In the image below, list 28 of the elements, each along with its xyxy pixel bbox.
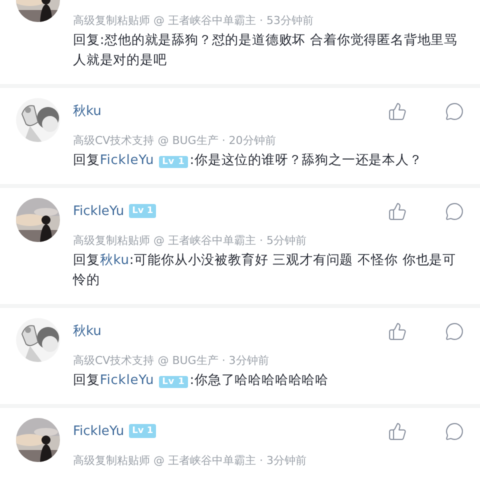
level-badge: Lv 1 [129,204,156,218]
reply-text: 回复:怼他的就是舔狗？怼的是道德败坏 合着你觉得匿名背地里骂人就是对的是吧 [73,32,459,70]
author-name[interactable]: FickleYu [73,424,124,438]
level-badge: Lv 1 [159,376,188,388]
author-meta: 高级CV技术支持 @ BUG生产 · 20分钟前 [73,133,277,149]
comment-icon[interactable] [445,202,464,220]
author-name[interactable]: 秋ku [73,102,102,120]
mention-link[interactable]: FickleYu [100,373,154,388]
mention-link[interactable]: FickleYu [100,153,154,168]
like-icon[interactable] [388,102,407,120]
comment-icon[interactable] [445,422,464,440]
author-meta: 高级复制粘贴师 @ 王者峡谷中单霸主 · 5分钟前 [73,233,308,249]
author-name[interactable]: 秋ku [73,322,102,340]
reply-text: 回复FickleYu Lv 1 :你急了哈哈哈哈哈哈哈 [73,372,330,390]
like-icon[interactable] [388,322,407,340]
author-meta: 高级复制粘贴师 @ 王者峡谷中单霸主 · 53分钟前 [73,13,314,29]
mention-link[interactable]: 秋ku [100,253,130,268]
like-icon[interactable] [388,422,407,440]
reply-text: 回复秋ku:可能你从小没被教育好 三观才有问题 不怪你 你也是可怜的 [73,252,457,290]
author-meta: 高级复制粘贴师 @ 王者峡谷中单霸主 · 3分钟前 [73,453,308,469]
reply-text: 回复FickleYu Lv 1 :你是这位的谁呀？舔狗之一还是本人？ [73,152,424,170]
level-badge: Lv 1 [129,424,156,438]
level-badge: Lv 1 [159,156,188,168]
like-icon[interactable] [388,202,407,220]
author-meta: 高级CV技术支持 @ BUG生产 · 3分钟前 [73,353,270,369]
comment-icon[interactable] [445,102,464,120]
author-name[interactable]: FickleYu [73,204,124,218]
comment-icon[interactable] [445,322,464,340]
